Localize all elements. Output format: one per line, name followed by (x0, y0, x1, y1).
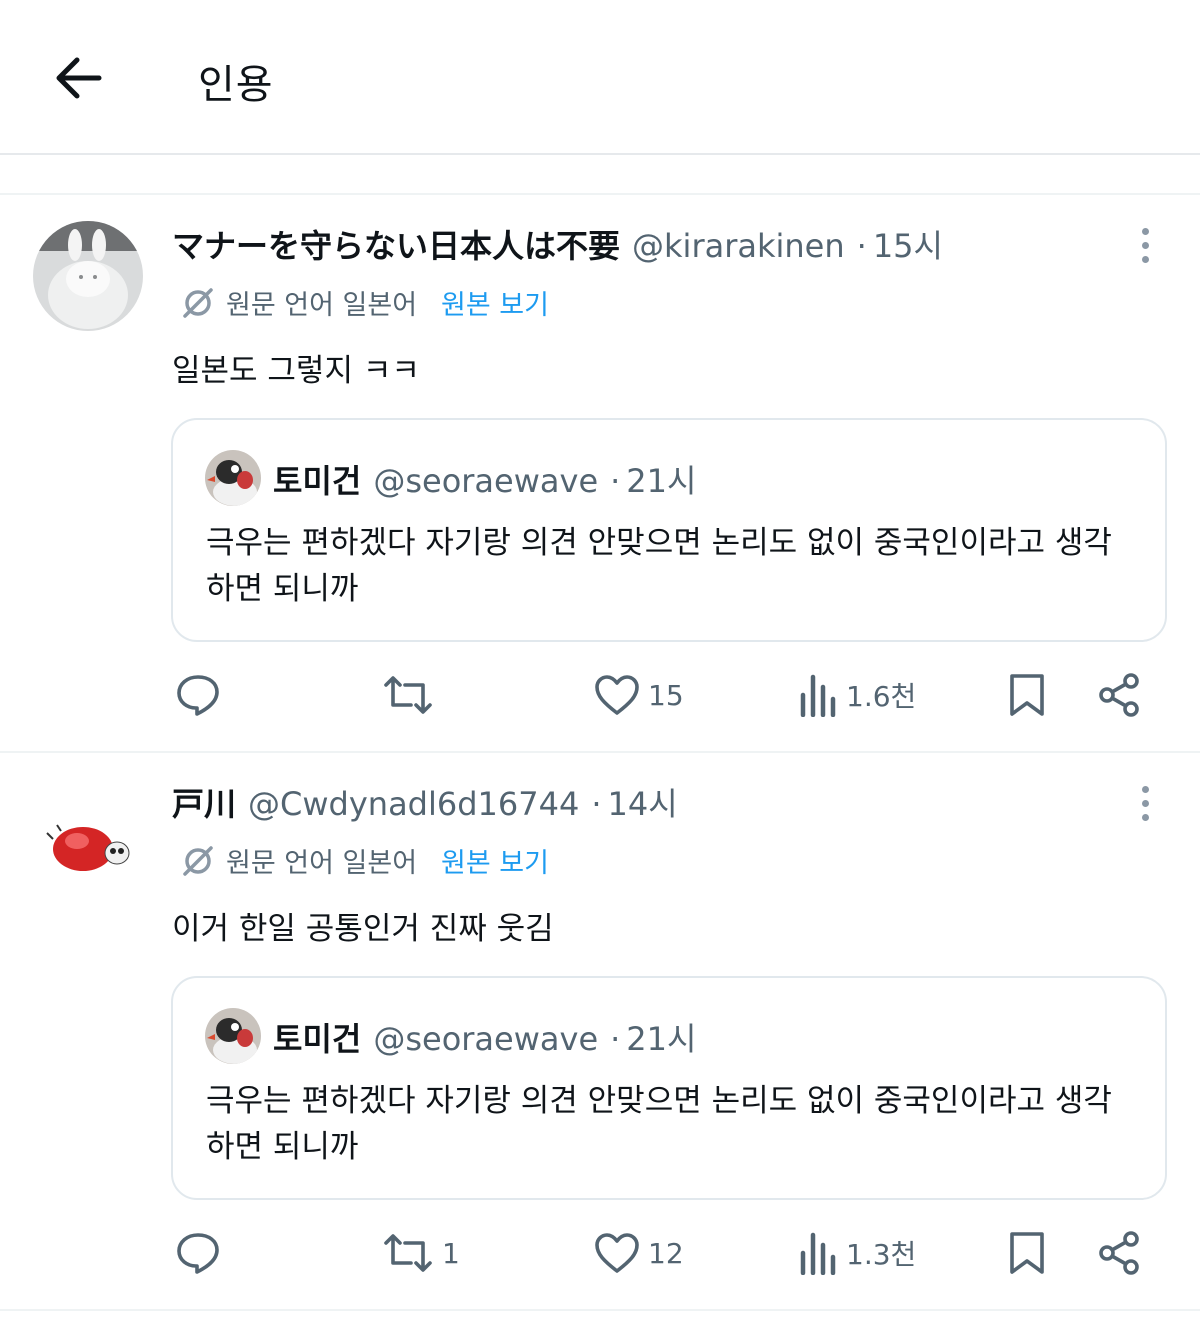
repost-icon (384, 676, 432, 714)
header-divider (0, 153, 1200, 155)
like-count: 15 (648, 678, 684, 712)
bookmark-icon (1010, 674, 1044, 716)
bookmark-button[interactable] (1008, 665, 1046, 725)
separator-dot: · (610, 462, 621, 500)
quoted-tweet-header: 토미건 @seoraewave · 21시 (273, 1014, 696, 1060)
repost-icon (384, 1234, 432, 1272)
tweet-text: 이거 한일 공통인거 진짜 웃김 (172, 911, 554, 947)
quoted-tweet-text: 극우는 편하겠다 자기랑 의견 안맞으면 논리도 없이 중국인이라고 생각하면 … (206, 525, 1112, 607)
bookmark-button[interactable] (1008, 1223, 1046, 1283)
avatar[interactable] (33, 779, 143, 889)
separator-dot: · (856, 227, 867, 265)
views-icon (800, 1232, 836, 1275)
views-button[interactable]: 1.6천 (798, 665, 916, 725)
top-app-bar: 인용 (0, 0, 1200, 154)
quoted-timestamp: 21시 (626, 462, 697, 500)
like-icon (595, 1233, 639, 1273)
share-icon (1099, 1231, 1139, 1275)
reply-button[interactable] (174, 1223, 230, 1283)
more-icon (1141, 785, 1149, 793)
view-count: 1.6천 (846, 680, 917, 713)
like-icon (595, 675, 639, 715)
repost-button[interactable]: 1 (382, 1223, 460, 1283)
views-icon (800, 674, 836, 717)
quoted-user-handle: @seoraewave (373, 462, 599, 500)
source-language-label: 원문 언어 일본어 (226, 848, 418, 879)
more-options-button[interactable] (1130, 781, 1160, 825)
like-button[interactable]: 12 (594, 1223, 684, 1283)
action-bar: 15 1.6천 (0, 665, 1200, 725)
quoted-user-handle: @seoraewave (373, 1020, 599, 1058)
timestamp[interactable]: 14시 (608, 779, 678, 825)
quoted-tweet-header: 토미건 @seoraewave · 21시 (273, 456, 696, 502)
share-button[interactable] (1098, 1223, 1142, 1283)
more-icon (1141, 227, 1149, 235)
quoted-tweet[interactable]: 토미건 @seoraewave · 21시 극우는 편하겠다 자기랑 의견 안맞… (171, 418, 1167, 642)
quoted-tweet[interactable]: 토미건 @seoraewave · 21시 극우는 편하겠다 자기랑 의견 안맞… (171, 976, 1167, 1200)
tweet-divider (0, 1309, 1200, 1311)
back-arrow-icon (56, 57, 102, 99)
bookmark-icon (1010, 1232, 1044, 1274)
quoted-avatar[interactable] (205, 450, 261, 506)
reply-icon (177, 675, 219, 716)
translate-icon (183, 845, 213, 876)
separator-dot: · (591, 785, 602, 823)
timestamp[interactable]: 15시 (873, 221, 943, 267)
action-bar: 1 12 1.3천 (0, 1223, 1200, 1283)
like-count: 12 (648, 1236, 684, 1270)
separator-dot: · (610, 1020, 621, 1058)
quoted-avatar[interactable] (205, 1008, 261, 1064)
view-count: 1.3천 (846, 1238, 917, 1271)
user-handle[interactable]: @Cwdynadl6d16744 (248, 785, 579, 823)
tweet-item[interactable]: マナーを守らない日本人は不要 @kirarakinen · 15시 원문 언어 … (0, 195, 1200, 751)
repost-count: 1 (442, 1236, 460, 1270)
tweet-text: 일본도 그렇지 ㅋㅋ (172, 353, 420, 389)
repost-button[interactable] (382, 665, 442, 725)
quoted-avatar-image (205, 1008, 261, 1064)
quoted-tweet-text: 극우는 편하겠다 자기랑 의견 안맞으면 논리도 없이 중국인이라고 생각하면 … (206, 1083, 1112, 1165)
avatar-image (33, 779, 143, 889)
show-original-link[interactable]: 원본 보기 (441, 841, 549, 880)
translation-notice: 원문 언어 일본어 원본 보기 (180, 283, 549, 322)
tweet-header: 戸川 @Cwdynadl6d16744 · 14시 (172, 779, 678, 825)
reply-button[interactable] (174, 665, 230, 725)
share-icon (1099, 673, 1139, 717)
show-original-link[interactable]: 원본 보기 (441, 283, 549, 322)
display-name[interactable]: 戸川 (172, 779, 236, 825)
tweet-item[interactable]: 戸川 @Cwdynadl6d16744 · 14시 원문 언어 일본어 원본 보… (0, 753, 1200, 1309)
quoted-display-name: 토미건 (273, 462, 362, 500)
translate-icon (183, 287, 213, 318)
source-language-label: 원문 언어 일본어 (226, 290, 418, 321)
quoted-display-name: 토미건 (273, 1020, 362, 1058)
share-button[interactable] (1098, 665, 1142, 725)
views-button[interactable]: 1.3천 (798, 1223, 916, 1283)
more-options-button[interactable] (1130, 223, 1160, 267)
tweet-header: マナーを守らない日本人は不要 @kirarakinen · 15시 (172, 221, 943, 267)
user-handle[interactable]: @kirarakinen (632, 227, 845, 265)
display-name[interactable]: マナーを守らない日本人は不要 (172, 221, 620, 267)
quoted-avatar-image (205, 450, 261, 506)
like-button[interactable]: 15 (594, 665, 684, 725)
avatar[interactable] (33, 221, 143, 331)
quoted-timestamp: 21시 (626, 1020, 697, 1058)
page-title: 인용 (198, 62, 274, 108)
reply-icon (177, 1233, 219, 1274)
translation-notice: 원문 언어 일본어 원본 보기 (180, 841, 549, 880)
back-button[interactable] (48, 50, 108, 106)
avatar-image (33, 221, 143, 331)
